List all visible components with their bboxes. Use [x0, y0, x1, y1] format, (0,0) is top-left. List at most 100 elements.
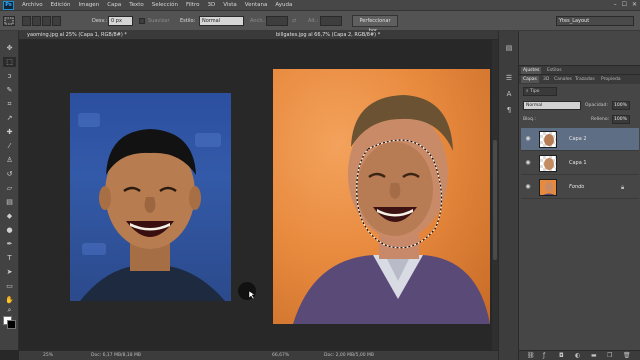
layer-thumbnail: [539, 179, 557, 196]
menu-filtro[interactable]: Filtro: [186, 2, 199, 8]
menu-imagen[interactable]: Imagen: [78, 2, 99, 8]
minimize-icon[interactable]: –: [614, 1, 617, 8]
height-input[interactable]: [320, 16, 342, 26]
tab-3d[interactable]: 3D: [541, 76, 551, 83]
healing-icon[interactable]: ✚: [3, 127, 16, 137]
maximize-icon[interactable]: ☐: [622, 1, 627, 8]
link-icon[interactable]: ⛓: [527, 352, 535, 359]
menu-seleccion[interactable]: Selección: [152, 2, 178, 8]
eye-icon[interactable]: ◉: [524, 136, 532, 142]
scrollbar-thumb[interactable]: [493, 140, 497, 260]
menu-ventana[interactable]: Ventana: [245, 2, 268, 8]
menu-capa[interactable]: Capa: [107, 2, 121, 8]
gradient-icon[interactable]: ▤: [3, 197, 16, 207]
marquee-icon[interactable]: ⬚: [3, 57, 16, 67]
feather-input[interactable]: 0 px: [108, 16, 133, 26]
character-icon[interactable]: A: [503, 89, 515, 99]
blend-mode-select[interactable]: Normal: [523, 101, 581, 110]
zoom-level[interactable]: 66,67%: [272, 353, 289, 358]
menu-ayuda[interactable]: Ayuda: [275, 2, 292, 8]
tab-estilos[interactable]: Estilos: [545, 67, 564, 74]
width-input[interactable]: [266, 16, 288, 26]
layers-tabs: Capas 3D Canales Trazados Propieda: [519, 74, 640, 84]
zoom-icon[interactable]: ⌕: [3, 305, 16, 315]
new-selection-button[interactable]: [22, 16, 31, 26]
swap-icon[interactable]: ⇄: [292, 18, 296, 24]
properties-icon[interactable]: ☰: [503, 73, 515, 83]
add-selection-button[interactable]: [32, 16, 41, 26]
menu-vista[interactable]: Vista: [223, 2, 237, 8]
document-tab-billgates[interactable]: billgates.jpg al 66,7% (Capa 2, RGB/8#) …: [268, 31, 498, 40]
eraser-icon[interactable]: ▱: [3, 183, 16, 193]
document-tab-yaoming[interactable]: yaoming.jpg al 25% (Capa 1, RGB/8#) *: [19, 31, 268, 40]
move-icon[interactable]: ✥: [3, 43, 16, 53]
dodge-icon[interactable]: ●: [3, 225, 16, 235]
layer-capa-2[interactable]: ◉ Capa 2: [521, 128, 639, 151]
tab-canales[interactable]: Canales: [552, 76, 574, 83]
layers-footer: ⛓ ƒ ◘ ◐ ▬ ❐ 🗑︎: [519, 350, 640, 360]
blur-icon[interactable]: ◆: [3, 211, 16, 221]
photoshop-logo: Ps: [3, 0, 14, 10]
adjustment-layer-icon[interactable]: ◐: [575, 352, 580, 359]
mask-icon[interactable]: ◘: [559, 352, 564, 359]
history-brush-icon[interactable]: ↺: [3, 169, 16, 179]
fx-icon[interactable]: ƒ: [543, 352, 545, 359]
group-icon[interactable]: ▬: [591, 352, 597, 359]
brush-icon[interactable]: ⁄: [3, 141, 16, 151]
subtract-selection-button[interactable]: [42, 16, 51, 26]
workspace-select[interactable]: Ytes_Layout: [556, 16, 634, 26]
hand-icon[interactable]: ✋: [3, 295, 16, 305]
paragraph-icon[interactable]: ¶: [503, 105, 515, 115]
layer-name[interactable]: Capa 1: [569, 160, 587, 166]
zoom-level[interactable]: 25%: [43, 353, 53, 358]
panels-column: Ajustes Estilos Capas 3D Canales Trazado…: [518, 31, 640, 360]
opacity-input[interactable]: 100%: [612, 101, 630, 110]
clone-stamp-icon[interactable]: ♙: [3, 155, 16, 165]
layer-thumbnail: [539, 155, 557, 172]
close-icon[interactable]: ✕: [632, 1, 637, 8]
pen-icon[interactable]: ✒: [3, 239, 16, 249]
antialias-label: Suavizar: [148, 18, 170, 24]
lock-icon: 🔒︎: [621, 184, 625, 191]
tab-trazados[interactable]: Trazados: [573, 76, 597, 83]
antialias-checkbox[interactable]: [139, 18, 145, 24]
layer-name[interactable]: Capa 2: [569, 136, 587, 142]
refine-edge-button[interactable]: Perfeccionar bor...: [352, 15, 398, 34]
fill-label: Relleno:: [591, 117, 610, 122]
menu-texto[interactable]: Texto: [129, 2, 144, 8]
fill-input[interactable]: 100%: [612, 115, 630, 124]
new-layer-icon[interactable]: ❐: [607, 352, 612, 359]
menu-3d[interactable]: 3D: [207, 2, 215, 8]
path-select-icon[interactable]: ➤: [3, 267, 16, 277]
layer-capa-1[interactable]: ◉ Capa 1: [521, 152, 639, 175]
style-label: Estilo:: [180, 18, 196, 24]
history-icon[interactable]: ▤: [503, 43, 515, 53]
cursor-icon: [248, 290, 256, 300]
background-color[interactable]: [7, 320, 16, 329]
eye-icon[interactable]: ◉: [524, 184, 532, 190]
lasso-icon[interactable]: ↄ: [3, 71, 16, 81]
height-label: Alt.:: [308, 18, 319, 24]
opacity-label: Opacidad:: [585, 103, 608, 108]
adjustments-tabs: Ajustes Estilos: [519, 65, 640, 74]
crop-icon[interactable]: ⌗: [3, 99, 16, 109]
window-controls: – ☐ ✕: [614, 1, 637, 8]
layer-name[interactable]: Fondo: [569, 184, 584, 190]
tool-preset-picker[interactable]: [3, 16, 15, 26]
intersect-selection-button[interactable]: [52, 16, 61, 26]
rectangle-icon[interactable]: ▭: [3, 281, 16, 291]
eyedropper-icon[interactable]: ↗: [3, 113, 16, 123]
trash-icon[interactable]: 🗑︎: [623, 352, 631, 359]
menu-archivo[interactable]: Archivo: [22, 2, 43, 8]
eye-icon[interactable]: ◉: [524, 160, 532, 166]
layer-thumbnail: [539, 131, 557, 148]
type-icon[interactable]: T: [3, 253, 16, 263]
tab-propiedades[interactable]: Propieda: [599, 76, 623, 83]
tab-capas[interactable]: Capas: [521, 76, 539, 83]
menu-edicion[interactable]: Edición: [51, 2, 71, 8]
style-select[interactable]: Normal: [199, 16, 244, 26]
tab-ajustes[interactable]: Ajustes: [521, 67, 542, 74]
kind-filter-select[interactable]: ⌕ Tipo: [523, 87, 557, 96]
layer-fondo[interactable]: ◉ Fondo 🔒︎: [521, 176, 639, 199]
quick-select-icon[interactable]: ✎: [3, 85, 16, 95]
